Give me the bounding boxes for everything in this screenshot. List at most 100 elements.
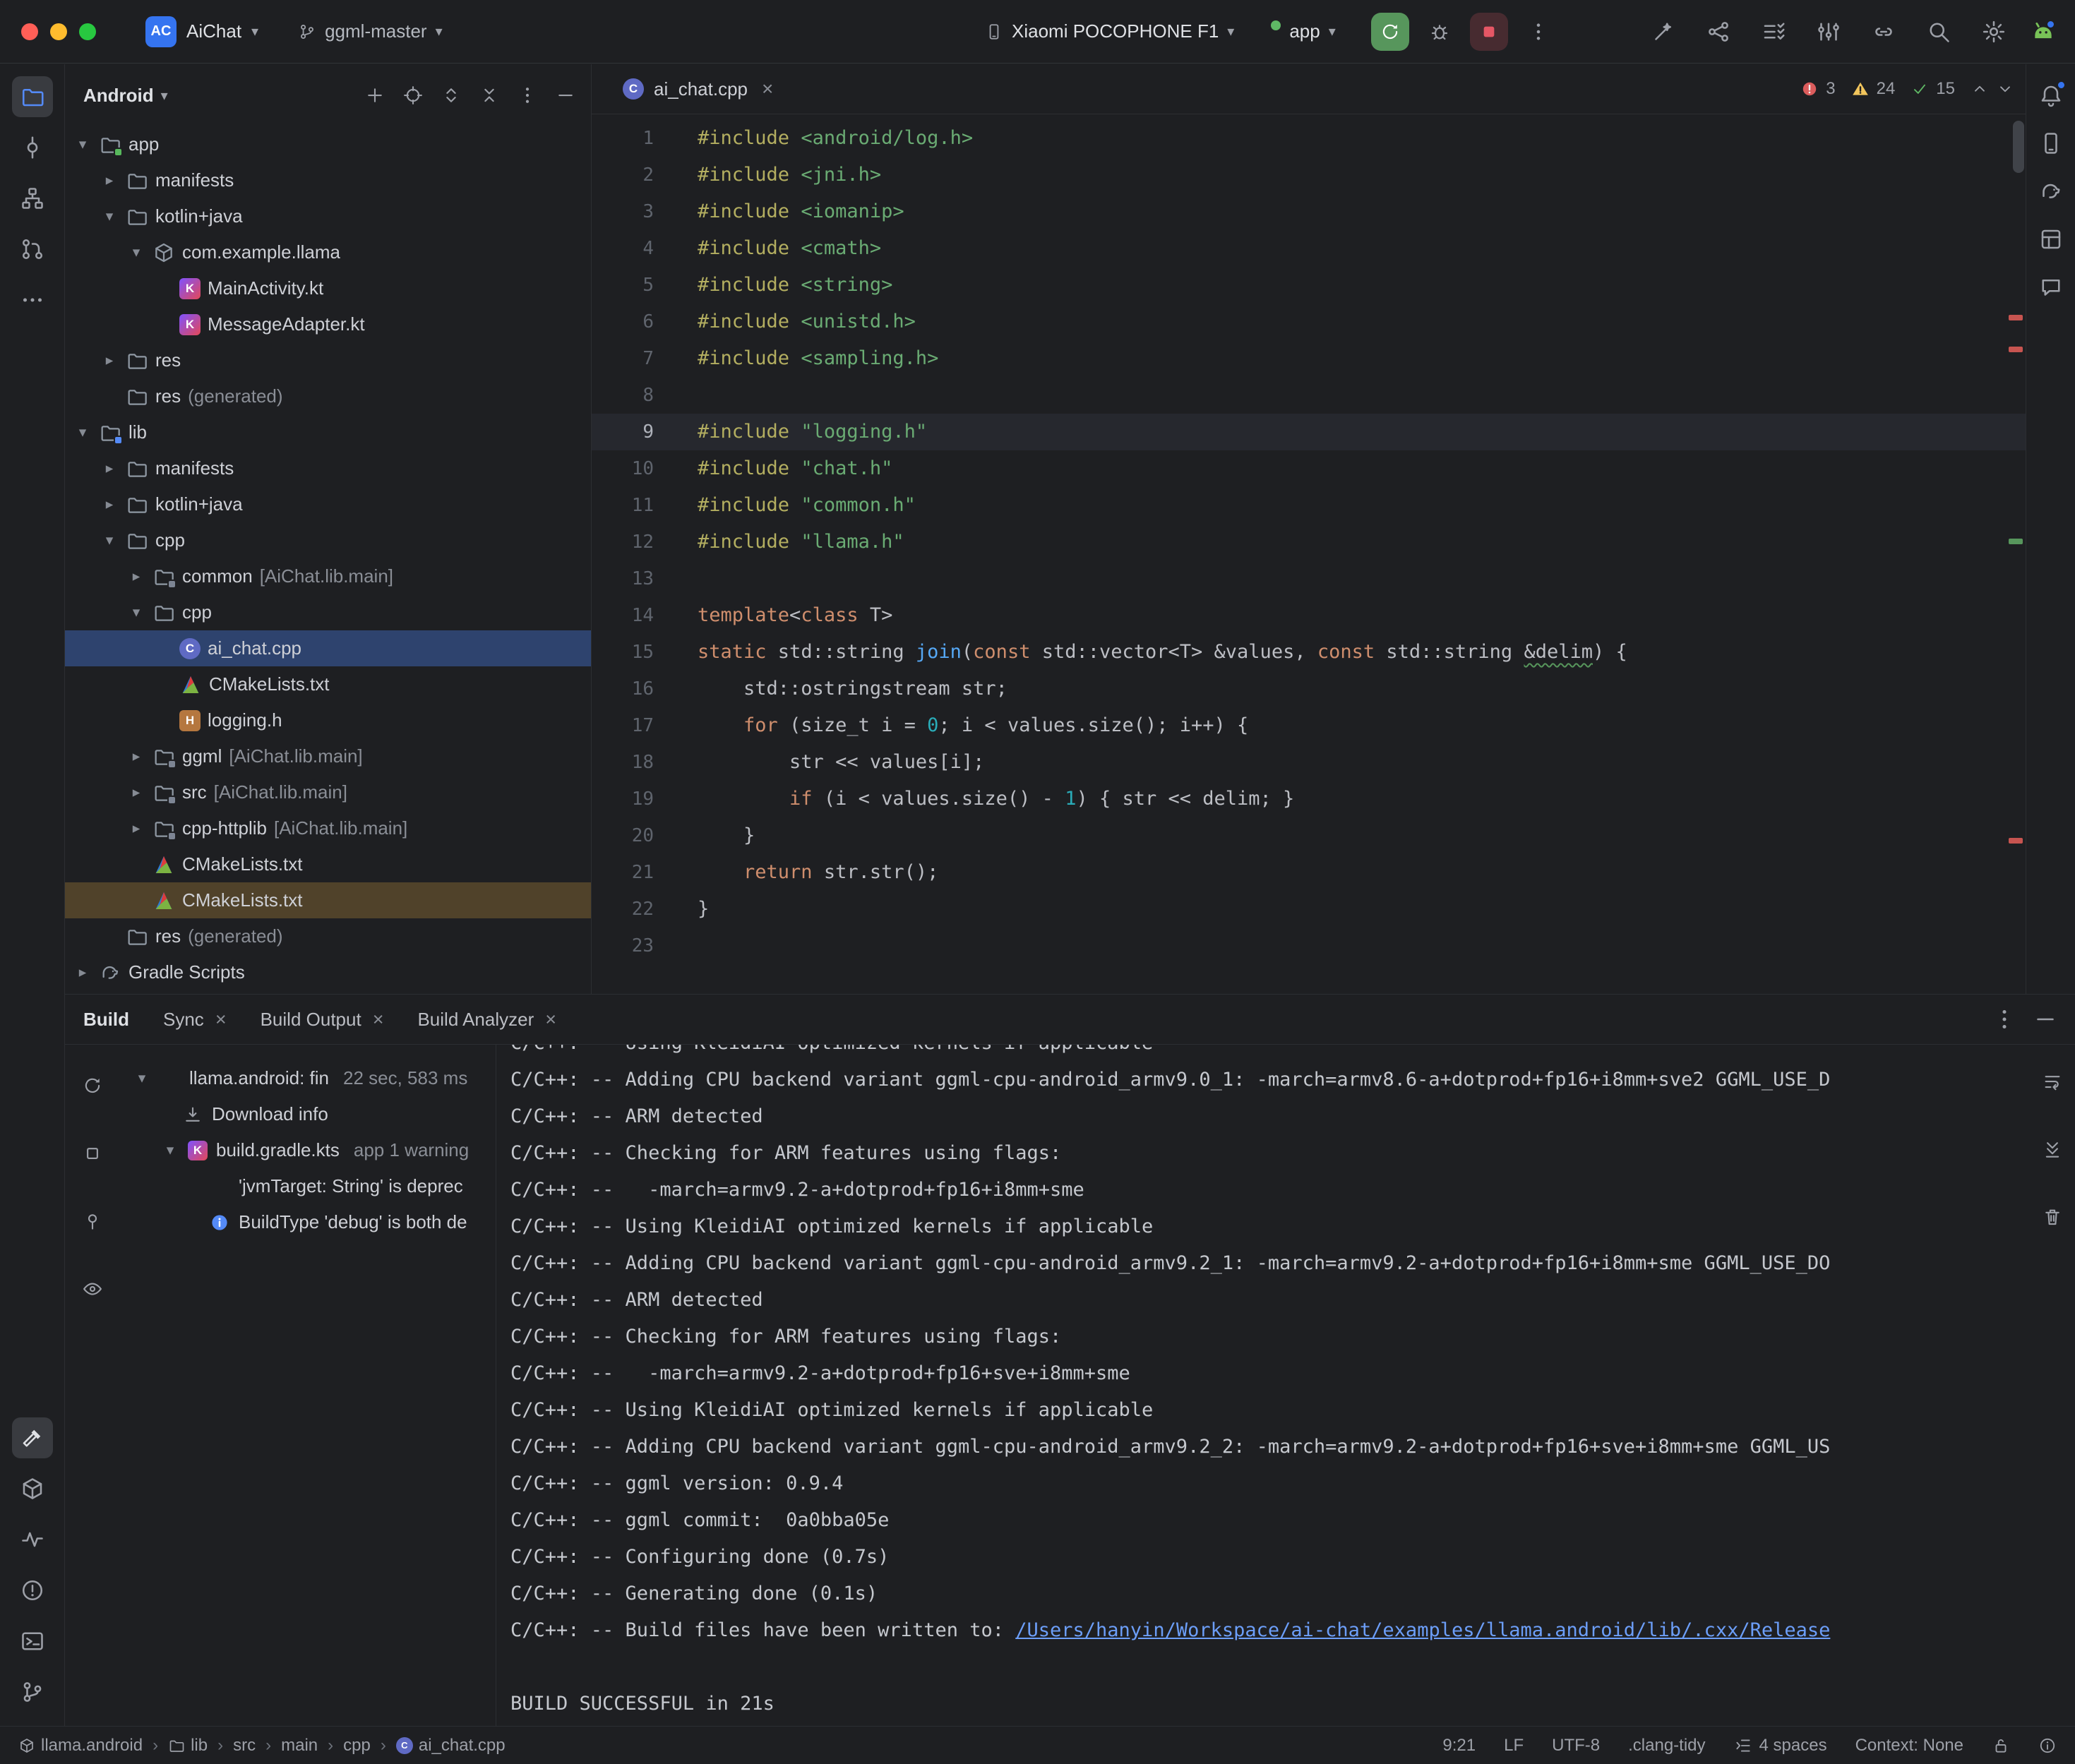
line-number[interactable]: 13 xyxy=(592,560,698,597)
line-number[interactable]: 8 xyxy=(592,377,698,414)
chevron-right-icon[interactable]: ▸ xyxy=(127,748,145,765)
build-tree-item[interactable]: ▾llama.android: fin22 sec, 583 ms xyxy=(120,1060,496,1096)
inspections-widget[interactable]: 3 24 15 xyxy=(1800,79,2014,99)
code-line-8[interactable]: 8 xyxy=(592,377,2026,414)
build-output-link[interactable]: /Users/hanyin/Workspace/ai-chat/examples… xyxy=(1015,1619,1830,1641)
build-button[interactable] xyxy=(12,1417,53,1458)
project-selector[interactable]: AC AiChat ▾ xyxy=(145,16,258,47)
tree-item-cpp-httplib[interactable]: ▸cpp-httplib [AiChat.lib.main] xyxy=(65,810,591,846)
chevron-right-icon[interactable]: ▸ xyxy=(100,460,119,477)
line-number[interactable]: 10 xyxy=(592,450,698,487)
inspections-status-widget[interactable] xyxy=(2038,1736,2057,1755)
code-line-18[interactable]: 18 str << values[i]; xyxy=(592,744,2026,781)
tree-item-kotlin-java[interactable]: ▾kotlin+java xyxy=(65,198,591,234)
packages-button[interactable] xyxy=(12,1468,53,1509)
tree-item-mainactivity-kt[interactable]: KMainActivity.kt xyxy=(65,270,591,306)
line-number[interactable]: 3 xyxy=(592,193,698,230)
profiler-button[interactable] xyxy=(12,1519,53,1560)
version-control-button[interactable] xyxy=(12,1672,53,1712)
tree-item-ggml[interactable]: ▸ggml [AiChat.lib.main] xyxy=(65,738,591,774)
todo-button[interactable] xyxy=(1757,16,1790,48)
line-number[interactable]: 14 xyxy=(592,597,698,634)
line-number[interactable]: 23 xyxy=(592,928,698,964)
line-number[interactable]: 5 xyxy=(592,267,698,304)
pull-requests-button[interactable] xyxy=(12,229,53,270)
build-more-options-button[interactable] xyxy=(1989,1004,2020,1035)
line-number[interactable]: 11 xyxy=(592,487,698,524)
close-tab-icon[interactable]: × xyxy=(545,1009,556,1031)
error-stripe-mark[interactable] xyxy=(2009,838,2023,844)
indent-widget[interactable]: 4 spaces xyxy=(1734,1736,1827,1756)
code-line-2[interactable]: 2#include <jni.h> xyxy=(592,157,2026,193)
scroll-to-end-button[interactable] xyxy=(2032,1129,2073,1170)
chevron-down-icon[interactable]: ▾ xyxy=(161,1141,179,1159)
select-opened-file-button[interactable] xyxy=(397,80,429,111)
terminal-button[interactable] xyxy=(12,1621,53,1662)
new-button[interactable] xyxy=(359,80,390,111)
prev-problem-icon[interactable] xyxy=(1971,80,1989,98)
structure-button[interactable] xyxy=(12,178,53,219)
notifications-button[interactable] xyxy=(2032,76,2070,114)
breadcrumb-main[interactable]: main xyxy=(281,1736,318,1756)
clear-all-button[interactable] xyxy=(2032,1196,2073,1237)
build-tab-sync[interactable]: Sync× xyxy=(163,1009,227,1031)
code-line-1[interactable]: 1#include <android/log.h> xyxy=(592,120,2026,157)
chevron-right-icon[interactable]: ▸ xyxy=(127,568,145,585)
tree-item-logging-h[interactable]: Hlogging.h xyxy=(65,702,591,738)
code-line-13[interactable]: 13 xyxy=(592,560,2026,597)
build-tree-item[interactable]: 'jvmTarget: String' is deprec xyxy=(120,1168,496,1204)
close-window-button[interactable] xyxy=(21,23,38,40)
editor-tab-ai_chat-cpp[interactable]: C ai_chat.cpp × xyxy=(610,64,786,114)
breadcrumb-cpp[interactable]: cpp xyxy=(343,1736,371,1756)
expand-all-button[interactable] xyxy=(436,80,467,111)
tree-item-cmakelists-txt[interactable]: CMakeLists.txt xyxy=(65,846,591,882)
debug-button[interactable] xyxy=(1421,13,1459,51)
code-line-22[interactable]: 22} xyxy=(592,891,2026,928)
tree-item-gradle-scripts[interactable]: ▸Gradle Scripts xyxy=(65,954,591,990)
line-number[interactable]: 9 xyxy=(592,414,698,450)
code-line-15[interactable]: 15static std::string join(const std::vec… xyxy=(592,634,2026,671)
resolve-context-widget[interactable]: Context: None xyxy=(1855,1736,1963,1756)
stop-build-button[interactable] xyxy=(72,1133,113,1174)
line-number[interactable]: 4 xyxy=(592,230,698,267)
commit-button[interactable] xyxy=(12,127,53,168)
chevron-down-icon[interactable]: ▾ xyxy=(100,532,119,549)
close-tab-icon[interactable]: × xyxy=(762,78,773,100)
chevron-down-icon[interactable]: ▾ xyxy=(73,136,92,153)
search-everywhere-button[interactable] xyxy=(1922,16,1955,48)
code-line-21[interactable]: 21 return str.str(); xyxy=(592,854,2026,891)
minimize-window-button[interactable] xyxy=(50,23,67,40)
editor-scrollbar[interactable] xyxy=(2013,121,2024,173)
more-options-button[interactable] xyxy=(512,80,543,111)
line-number[interactable]: 20 xyxy=(592,817,698,854)
code-line-14[interactable]: 14template<class T> xyxy=(592,597,2026,634)
chevron-right-icon[interactable]: ▸ xyxy=(100,352,119,369)
clang-tidy-widget[interactable]: .clang-tidy xyxy=(1628,1736,1705,1756)
code-line-4[interactable]: 4#include <cmath> xyxy=(592,230,2026,267)
error-stripe-mark[interactable] xyxy=(2009,315,2023,320)
running-devices-button[interactable] xyxy=(2032,220,2070,258)
line-number[interactable]: 17 xyxy=(592,707,698,744)
breadcrumb-lib[interactable]: lib xyxy=(168,1736,208,1756)
soft-wrap-button[interactable] xyxy=(2032,1061,2073,1102)
line-number[interactable]: 2 xyxy=(592,157,698,193)
tree-item-app[interactable]: ▾app xyxy=(65,126,591,162)
stripe-mark-green[interactable] xyxy=(2009,539,2023,544)
code-line-16[interactable]: 16 std::ostringstream str; xyxy=(592,671,2026,707)
breadcrumb-ai-chat-cpp[interactable]: Cai_chat.cpp xyxy=(396,1736,506,1756)
chevron-right-icon[interactable]: ▸ xyxy=(127,784,145,801)
tree-item-cpp[interactable]: ▾cpp xyxy=(65,594,591,630)
line-number[interactable]: 22 xyxy=(592,891,698,928)
assistant-button[interactable] xyxy=(2032,268,2070,306)
run-config-selector[interactable]: app ▾ xyxy=(1271,20,1335,42)
line-separator[interactable]: LF xyxy=(1504,1736,1524,1756)
tree-item-common[interactable]: ▸common [AiChat.lib.main] xyxy=(65,558,591,594)
code-line-6[interactable]: 6#include <unistd.h> xyxy=(592,304,2026,340)
chevron-right-icon[interactable]: ▸ xyxy=(73,964,92,981)
tree-item-res[interactable]: ▸res xyxy=(65,342,591,378)
tree-item-res[interactable]: res (generated) xyxy=(65,918,591,954)
tree-item-cpp[interactable]: ▾cpp xyxy=(65,522,591,558)
line-number[interactable]: 21 xyxy=(592,854,698,891)
line-number[interactable]: 6 xyxy=(592,304,698,340)
line-number[interactable]: 7 xyxy=(592,340,698,377)
